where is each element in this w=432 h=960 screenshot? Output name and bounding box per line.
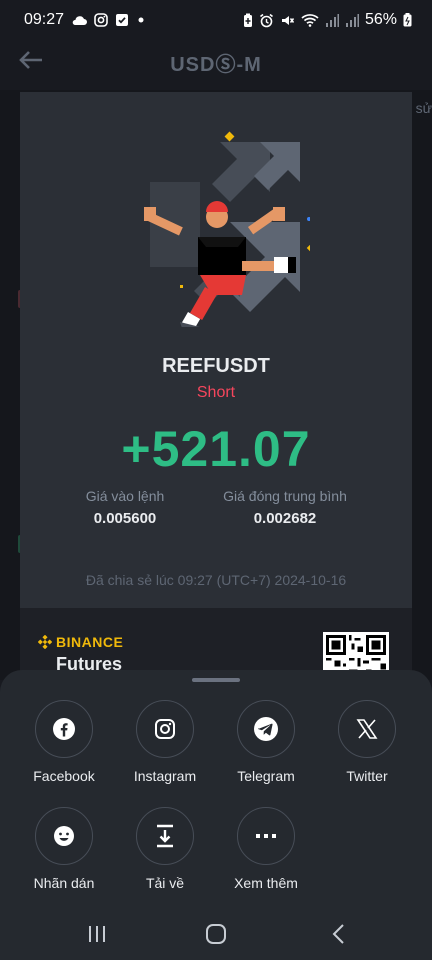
binance-logo-icon [38,635,52,649]
share-instagram-circle [136,700,194,758]
qr-code [323,632,389,672]
recent-apps-button[interactable] [84,921,110,947]
battery-saver-icon [243,13,253,28]
symbol-name: REEFUSDT [162,355,270,377]
share-more-circle [237,807,295,865]
share-facebook-button[interactable]: Facebook [14,700,114,784]
edge-text: sử [415,100,432,116]
telegram-icon [254,717,278,741]
battery-level: 56% [364,11,397,28]
brand-name: BINANCE [56,634,124,650]
share-telegram-button[interactable]: Telegram [216,700,316,784]
close-price-value: 0.002682 [253,510,317,527]
back-chevron-icon [332,924,344,944]
page-title: USDⓈ-M [170,54,262,76]
back-button[interactable] [326,921,352,947]
share-sticker-button[interactable]: Nhãn dán [14,807,114,891]
wifi-icon [301,13,319,27]
recent-apps-icon [89,926,105,942]
shared-timestamp: Đã chia sẻ lúc 09:27 (UTC+7) 2024-10-16 [85,572,347,588]
share-download-label: Tải về [145,875,185,891]
battery-icon [403,13,412,27]
app-header: USDⓈ-M [0,40,432,80]
sticker-icon [54,826,74,846]
share-sticker-circle [35,807,93,865]
share-telegram-label: Telegram [237,768,295,784]
share-telegram-circle [237,700,295,758]
facebook-icon [53,718,75,740]
more-icon [256,834,276,838]
signal-icon [325,13,339,27]
instagram-icon [155,719,175,739]
signal-icon [345,13,359,27]
share-download-circle [136,807,194,865]
home-button[interactable] [203,921,229,947]
share-sticker-label: Nhãn dán [33,875,95,891]
share-more-button[interactable]: Xem thêm [216,807,316,891]
share-more-label: Xem thêm [234,875,298,891]
share-twitter-circle [338,700,396,758]
share-facebook-circle [35,700,93,758]
status-time: 09:27 [24,11,65,28]
close-price-block: Giá đóng trung bình 0.002682 [210,488,360,527]
sheet-handle[interactable] [192,678,240,682]
system-nav-bar [0,905,432,960]
share-facebook-label: Facebook [33,768,95,784]
pnl-value: +521.07 [121,421,311,477]
cloud-icon [71,14,88,26]
share-instagram-label: Instagram [133,768,197,784]
share-twitter-label: Twitter [346,768,388,784]
entry-price-block: Giá vào lệnh 0.005600 [65,488,185,527]
home-icon [206,924,226,944]
check-icon [115,13,129,27]
share-download-button[interactable]: Tải về [115,807,215,891]
dot-icon [136,15,146,25]
mute-icon [280,13,295,28]
alarm-icon [259,13,274,28]
entry-price-label: Giá vào lệnh [85,488,165,504]
brand-logo: BINANCE [38,634,123,650]
share-instagram-button[interactable]: Instagram [115,700,215,784]
download-icon [157,824,173,848]
position-side: Short [196,384,236,401]
instagram-icon [94,13,108,27]
status-bar: 09:27 56% [0,0,432,40]
share-twitter-button[interactable]: Twitter [317,700,417,784]
pnl-share-card: REEFUSDT Short +521.07 Giá vào lệnh 0.00… [20,92,412,608]
x-twitter-icon [356,719,378,739]
close-price-label: Giá đóng trung bình [223,488,347,504]
entry-price-value: 0.005600 [93,510,157,527]
celebration-illustration [144,131,310,327]
